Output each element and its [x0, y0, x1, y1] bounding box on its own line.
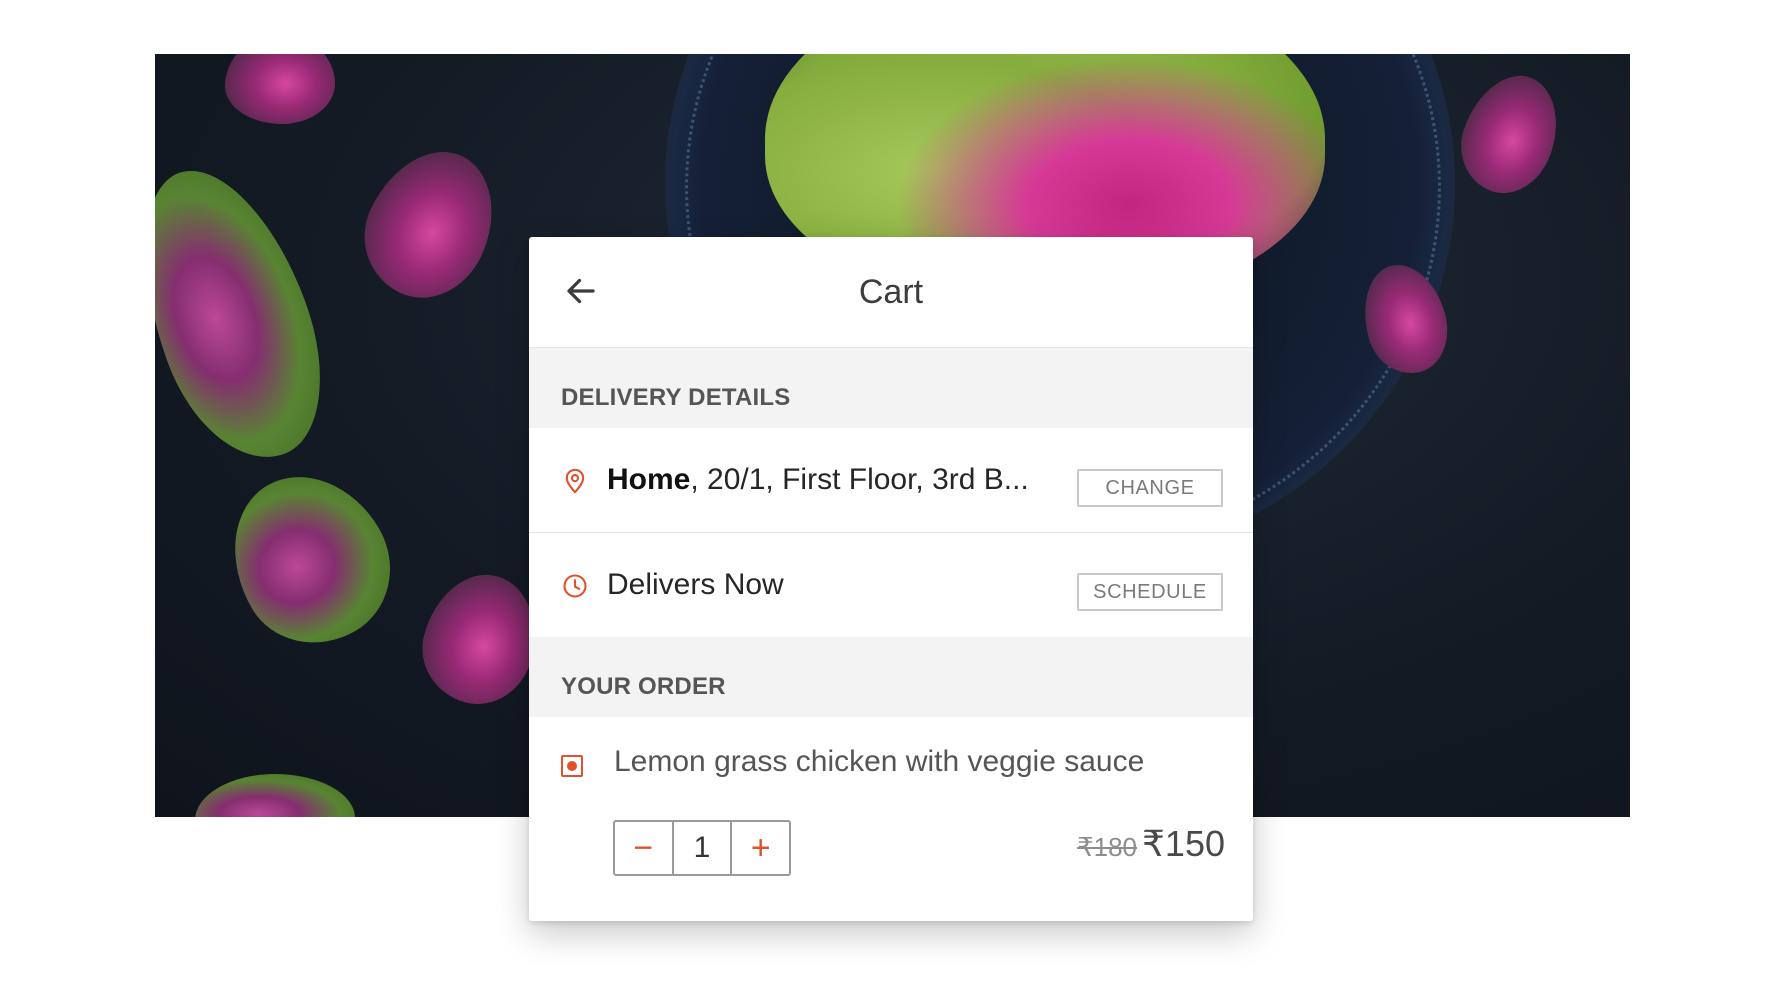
map-pin-icon: [565, 468, 585, 494]
section-title: YOUR ORDER: [561, 673, 726, 700]
address-row: Home, 20/1, First Floor, 3rd B... CHANGE: [529, 428, 1253, 533]
non-veg-marker-icon: [561, 755, 583, 777]
quantity-stepper: − 1 +: [613, 820, 791, 876]
leaf-image: [1447, 62, 1573, 206]
page-title: Cart: [858, 273, 924, 311]
delivery-time: Delivers Now: [607, 568, 784, 601]
leaf-image: [225, 54, 335, 124]
address-label: Home: [607, 463, 691, 496]
your-order-header: YOUR ORDER: [529, 637, 1253, 717]
delivery-address: Home, 20/1, First Floor, 3rd B...: [607, 463, 1029, 497]
schedule-button[interactable]: SCHEDULE: [1077, 573, 1223, 611]
order-item: Lemon grass chicken with veggie sauce − …: [529, 717, 1253, 917]
address-text: , 20/1, First Floor, 3rd B...: [690, 463, 1029, 496]
change-address-button[interactable]: CHANGE: [1077, 469, 1223, 507]
delivery-time-row: Delivers Now SCHEDULE: [529, 533, 1253, 637]
item-price: ₹150: [1142, 823, 1225, 864]
leaf-image: [195, 774, 355, 817]
cart-panel: Cart DELIVERY DETAILS Home, 20/1, First …: [529, 237, 1253, 921]
original-price: ₹180: [1077, 832, 1137, 862]
leaf-image: [155, 147, 352, 481]
leaf-image: [343, 130, 517, 318]
delivery-details-header: DELIVERY DETAILS: [529, 348, 1253, 428]
cart-header: Cart: [529, 237, 1253, 348]
quantity-value: 1: [671, 822, 733, 874]
section-title: DELIVERY DETAILS: [561, 384, 791, 411]
clock-icon: [563, 574, 587, 598]
decrease-quantity-button[interactable]: −: [615, 822, 672, 874]
leaf-image: [202, 447, 418, 671]
item-name: Lemon grass chicken with veggie sauce: [614, 745, 1145, 778]
increase-quantity-button[interactable]: +: [732, 822, 789, 874]
